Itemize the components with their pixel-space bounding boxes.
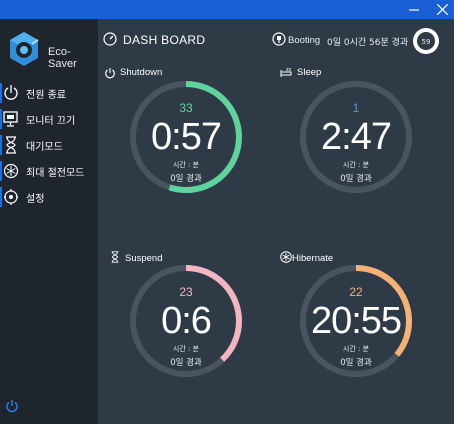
card-label-shutdown: Shutdown <box>120 67 163 78</box>
active-marker <box>0 187 2 207</box>
gauge-unit: 시간 : 분 <box>172 161 200 169</box>
monitor-icon <box>3 111 18 127</box>
hourglass-icon <box>6 136 16 154</box>
gauge-sleep: 1 2:47 시간 : 분 0일 경과 <box>298 79 414 195</box>
gauge-count: 1 <box>352 101 360 115</box>
power-plug-icon <box>272 32 286 46</box>
dashboard: DASH BOARD Booting 0일 0시간 56분 경과 59 Shut… <box>98 19 454 424</box>
gauge-elapsed: 0일 경과 <box>340 174 372 184</box>
minimize-icon <box>409 8 419 11</box>
hourglass-icon <box>111 251 119 263</box>
gauge-suspend: 23 0:6 시간 : 분 0일 경과 <box>128 263 244 379</box>
booting-value: 0일 0시간 56분 경과 <box>327 38 409 48</box>
sidebar-item-standby[interactable]: 대기모드 <box>0 133 98 157</box>
sidebar-item-label: 전원 종료 <box>26 90 66 101</box>
sidebar-item-settings[interactable]: 설정 <box>0 185 98 209</box>
power-icon <box>105 68 115 79</box>
page-title: DASH BOARD <box>123 33 206 47</box>
sidebar-item-label: 대기모드 <box>26 142 63 153</box>
gauge-unit: 시간 : 분 <box>172 345 200 353</box>
sidebar-item-label: 최대 절전모드 <box>26 168 85 179</box>
gauge-hibernate: 22 20:55 시간 : 분 0일 경과 <box>298 263 414 379</box>
speedometer-icon <box>103 32 117 46</box>
gauge-time: 0:57 <box>151 116 222 158</box>
power-icon <box>4 85 18 100</box>
gauge-time: 0:6 <box>161 300 212 342</box>
gauge-elapsed: 0일 경과 <box>340 358 372 368</box>
gauge-time: 20:55 <box>310 300 402 342</box>
booting-gauge-value: 59 <box>422 38 431 46</box>
snowflake-icon <box>280 251 292 263</box>
active-marker <box>0 135 2 155</box>
booting-gauge: 59 <box>410 25 442 57</box>
power-icon[interactable] <box>5 399 19 413</box>
gauge-count: 23 <box>179 285 193 299</box>
gauge-elapsed: 0일 경과 <box>170 174 202 184</box>
sleep-bed-icon: zz <box>280 67 292 77</box>
sidebar: Eco-Saver 전원 종료 모니터 끄기 대기모드 최대 절전모드 설정 <box>0 19 98 424</box>
app-logo <box>8 31 40 67</box>
sidebar-item-monitor-off[interactable]: 모니터 끄기 <box>0 107 98 131</box>
active-marker <box>0 83 2 103</box>
minimize-button[interactable] <box>402 0 426 19</box>
sidebar-item-shutdown[interactable]: 전원 종료 <box>0 81 98 105</box>
gauge-unit: 시간 : 분 <box>342 161 370 169</box>
title-bar <box>0 0 454 19</box>
gauge-elapsed: 0일 경과 <box>170 358 202 368</box>
sidebar-item-label: 모니터 끄기 <box>26 116 76 127</box>
settings-icon <box>4 189 18 205</box>
svg-text:zz: zz <box>286 67 292 73</box>
app-name: Eco-Saver <box>48 46 77 70</box>
active-marker <box>0 109 2 129</box>
gauge-count: 22 <box>349 285 363 299</box>
sidebar-item-label: 설정 <box>26 194 45 205</box>
gauge-time: 2:47 <box>321 116 392 158</box>
close-icon <box>436 4 448 15</box>
gauge-shutdown: 33 0:57 시간 : 분 0일 경과 <box>128 79 244 195</box>
booting-label: Booting <box>288 35 321 46</box>
active-marker <box>0 161 2 181</box>
close-button[interactable] <box>430 0 454 19</box>
sidebar-item-hibernate[interactable]: 최대 절전모드 <box>0 159 98 183</box>
gauge-unit: 시간 : 분 <box>342 345 370 353</box>
snowflake-icon <box>3 163 19 179</box>
card-label-sleep: Sleep <box>297 67 322 78</box>
gauge-count: 33 <box>179 101 193 115</box>
